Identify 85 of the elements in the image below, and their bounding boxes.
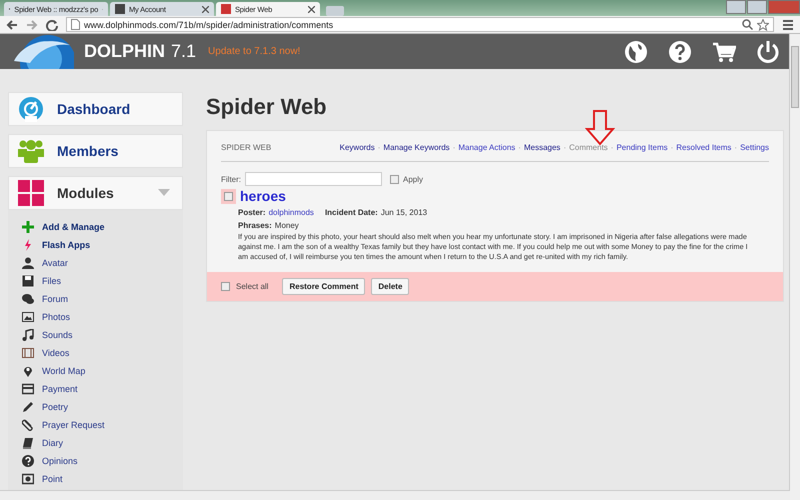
sidebar-link[interactable]: Prayer Request — [22, 416, 183, 434]
person-icon — [22, 256, 34, 269]
tab-link[interactable]: Manage Keywords — [383, 143, 450, 152]
poster-link[interactable]: dolphinmods — [268, 208, 314, 217]
back-icon — [6, 18, 18, 30]
caret-icon — [158, 189, 170, 196]
zoom-icon — [742, 19, 753, 30]
pencil-icon — [22, 400, 34, 413]
down-arrow-icon — [585, 110, 615, 146]
maximize-button[interactable] — [747, 0, 767, 14]
tab-link[interactable]: Manage Actions — [458, 143, 516, 152]
tab-link[interactable]: Resolved Items — [676, 143, 732, 152]
banknote-icon — [22, 472, 34, 485]
action-button[interactable]: Delete — [371, 278, 410, 295]
star-icon — [757, 18, 769, 30]
filter-label: Filter: — [221, 174, 241, 184]
map-pin-icon — [22, 364, 34, 377]
sidebar-link[interactable]: Payment — [22, 380, 183, 398]
forward-icon — [26, 18, 38, 30]
sidebar-link[interactable]: Flash Apps — [22, 236, 183, 254]
select-all-label: Select all — [236, 282, 268, 291]
minimize-button[interactable] — [726, 0, 746, 14]
entry-checkbox[interactable] — [224, 192, 233, 200]
question-icon — [22, 454, 34, 467]
separator-dot: · — [452, 143, 456, 152]
modules-grid-icon — [17, 178, 45, 207]
help-icon — [668, 40, 692, 64]
separator-dot: · — [734, 143, 738, 152]
apply-label: Apply — [403, 174, 424, 184]
picture-icon — [22, 310, 34, 323]
brand-name: DOLPHIN — [84, 41, 165, 62]
book-icon — [22, 436, 34, 449]
apply-checkbox[interactable] — [390, 174, 399, 184]
page-title: Spider Web — [206, 94, 327, 120]
dashboard-gauge-icon — [17, 94, 45, 123]
tab-link[interactable]: Settings — [740, 143, 769, 152]
sidebar-link[interactable]: Forum — [22, 290, 183, 308]
select-all-checkbox[interactable] — [221, 282, 230, 291]
sidebar-link[interactable]: Add & Manage — [22, 218, 183, 236]
sidebar-link[interactable]: World Map — [22, 362, 183, 380]
sidebar-link[interactable]: Files — [22, 272, 183, 290]
sidebar-section[interactable]: Members — [8, 134, 183, 168]
credit-card-icon — [22, 382, 34, 395]
sidebar-link[interactable]: Photos — [22, 308, 183, 326]
paperclip-icon — [22, 418, 34, 431]
speech-bubbles-icon — [22, 292, 34, 305]
phrases-label: Phrases: — [238, 221, 272, 230]
tab-link[interactable]: Pending Items — [616, 143, 668, 152]
sidebar-link[interactable]: Diary — [22, 434, 183, 452]
page-icon — [71, 19, 80, 30]
reload-icon — [46, 18, 58, 30]
sidebar-link[interactable]: Poetry — [22, 398, 183, 416]
film-strip-icon — [22, 346, 34, 359]
entry-title-link[interactable]: heroes — [240, 188, 286, 204]
filter-field[interactable] — [245, 172, 382, 186]
sidebar-link[interactable]: Videos — [22, 344, 183, 362]
separator-dot: · — [670, 143, 674, 152]
plus-icon — [22, 220, 34, 233]
new-tab-button[interactable] — [326, 6, 344, 16]
lightning-icon — [22, 238, 34, 251]
sidebar-section[interactable]: Dashboard — [8, 92, 183, 126]
sidebar-link[interactable]: Avatar — [22, 254, 183, 272]
poster-label: Poster: — [238, 208, 266, 217]
sidebar-link[interactable]: Opinions — [22, 452, 183, 470]
separator-dot: · — [518, 143, 521, 152]
date-value: Jun 15, 2013 — [380, 208, 428, 217]
panel-caption: SPIDER WEB — [221, 143, 272, 152]
tab-link[interactable]: Messages — [524, 143, 560, 152]
power-icon — [756, 40, 780, 64]
tab-link[interactable]: Keywords — [340, 143, 375, 152]
version-label: 7.1 — [171, 41, 196, 62]
sidebar-link[interactable]: Point — [22, 470, 183, 488]
separator-dot: · — [563, 143, 566, 152]
date-label: Incident Date: — [324, 208, 378, 217]
music-note-icon — [22, 328, 34, 341]
sidebar-link[interactable]: Sounds — [22, 326, 183, 344]
sidebar-section[interactable]: Modules — [8, 176, 183, 210]
address-field[interactable]: www.dolphinmods.com/71b/m/spider/administration/comments — [66, 17, 774, 32]
action-button[interactable]: Restore Comment — [282, 278, 366, 295]
phrases-value: Money — [274, 221, 299, 230]
separator-dot: · — [378, 143, 380, 152]
menu-icon — [782, 18, 794, 30]
scroll-thumb[interactable] — [791, 46, 799, 108]
separator-dot: · — [610, 143, 614, 152]
globe-icon — [624, 40, 648, 64]
